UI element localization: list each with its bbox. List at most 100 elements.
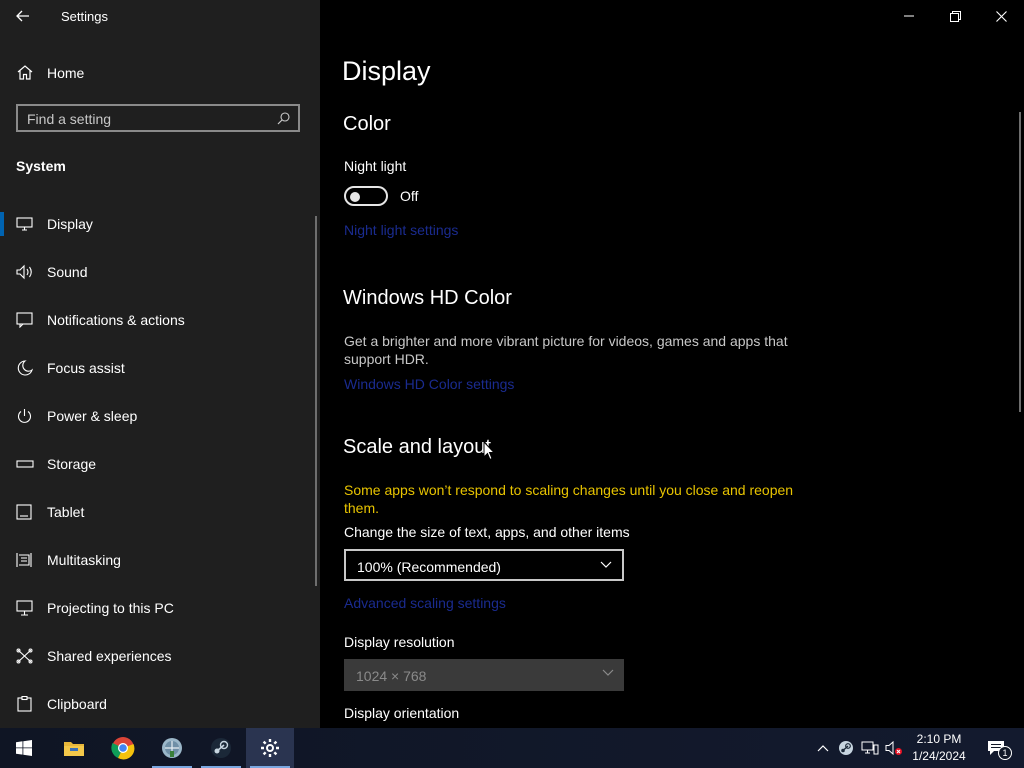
windows-logo-icon bbox=[16, 740, 32, 756]
network-icon bbox=[861, 740, 879, 756]
home-icon bbox=[16, 64, 34, 80]
clipboard-icon bbox=[16, 696, 34, 712]
hd-color-description-line1: Get a brighter and more vibrant picture … bbox=[344, 333, 788, 349]
chevron-up-icon bbox=[817, 744, 829, 752]
search-box bbox=[16, 104, 300, 132]
close-button[interactable] bbox=[978, 0, 1024, 32]
resolution-dropdown[interactable]: 1024 × 768 bbox=[344, 659, 624, 691]
resolution-label: Display resolution bbox=[344, 634, 455, 650]
back-button[interactable] bbox=[10, 4, 36, 28]
sidebar-item-storage[interactable]: Storage bbox=[0, 440, 316, 488]
settings-sidebar: Settings Home System Display Sound bbox=[0, 0, 320, 728]
show-hidden-icons-button[interactable] bbox=[815, 740, 831, 756]
settings-gear-icon bbox=[260, 738, 280, 758]
sidebar-item-clipboard[interactable]: Clipboard bbox=[0, 680, 316, 728]
search-icon[interactable] bbox=[277, 112, 290, 125]
sidebar-item-label: Shared experiences bbox=[47, 648, 172, 664]
chevron-down-icon bbox=[600, 561, 612, 569]
heading-scale-and-layout: Scale and layout bbox=[343, 436, 491, 458]
hd-color-settings-link[interactable]: Windows HD Color settings bbox=[344, 376, 514, 392]
night-light-label: Night light bbox=[344, 158, 407, 174]
steam-tray-icon bbox=[838, 740, 854, 756]
night-light-state: Off bbox=[400, 188, 419, 204]
moon-icon bbox=[16, 360, 34, 376]
file-explorer-icon bbox=[63, 739, 85, 757]
clock-date: 1/24/2024 bbox=[912, 749, 966, 763]
sidebar-item-sound[interactable]: Sound bbox=[0, 248, 316, 296]
sidebar-item-label: Focus assist bbox=[47, 360, 125, 376]
search-input[interactable] bbox=[27, 110, 267, 128]
notification-count-badge: 1 bbox=[998, 746, 1012, 760]
sidebar-item-label: Storage bbox=[47, 456, 97, 472]
heading-windows-hd-color: Windows HD Color bbox=[343, 287, 512, 309]
resolution-value: 1024 × 768 bbox=[356, 668, 427, 684]
tray-volume[interactable] bbox=[885, 740, 903, 756]
sidebar-item-label: Sound bbox=[47, 264, 88, 280]
taskbar-clock[interactable]: 2:10 PM 1/24/2024 bbox=[904, 731, 974, 765]
sidebar-home[interactable]: Home bbox=[0, 56, 320, 90]
sidebar-item-notifications[interactable]: Notifications & actions bbox=[0, 296, 316, 344]
projecting-icon bbox=[16, 600, 34, 616]
notification-center-icon: 1 bbox=[987, 738, 1012, 760]
tray-steam[interactable] bbox=[838, 740, 854, 756]
sidebar-item-projecting[interactable]: Projecting to this PC bbox=[0, 584, 316, 632]
scale-dropdown[interactable]: 100% (Recommended) bbox=[344, 549, 624, 581]
hd-color-description-line2: support HDR. bbox=[344, 351, 429, 367]
night-light-toggle[interactable] bbox=[344, 186, 388, 206]
clock-time: 2:10 PM bbox=[916, 732, 962, 746]
steam-icon bbox=[210, 737, 232, 759]
taskbar: 2:10 PM 1/24/2024 1 bbox=[0, 728, 1024, 768]
sidebar-item-focus-assist[interactable]: Focus assist bbox=[0, 344, 316, 392]
sidebar-scrollbar[interactable] bbox=[315, 216, 317, 586]
page-title: Display bbox=[342, 56, 431, 86]
storage-icon bbox=[16, 456, 34, 472]
sidebar-item-label: Projecting to this PC bbox=[47, 600, 174, 616]
title-bar-left: Settings bbox=[0, 0, 320, 32]
start-button[interactable] bbox=[0, 728, 48, 768]
globe-app-icon bbox=[161, 737, 183, 759]
tray-network[interactable] bbox=[861, 740, 879, 756]
restore-button[interactable] bbox=[932, 0, 978, 32]
action-center-button[interactable]: 1 bbox=[978, 728, 1018, 768]
sidebar-item-display[interactable]: Display bbox=[0, 200, 316, 248]
tablet-icon bbox=[16, 504, 34, 520]
sidebar-home-label: Home bbox=[47, 65, 85, 81]
advanced-scaling-link[interactable]: Advanced scaling settings bbox=[344, 595, 506, 611]
sidebar-item-label: Notifications & actions bbox=[47, 312, 185, 328]
toggle-knob bbox=[350, 192, 360, 202]
taskbar-settings[interactable] bbox=[246, 728, 294, 768]
multitasking-icon bbox=[16, 552, 34, 568]
minimize-button[interactable] bbox=[886, 0, 932, 32]
monitor-icon bbox=[16, 216, 34, 232]
heading-color: Color bbox=[343, 113, 391, 135]
chevron-down-icon bbox=[602, 669, 614, 677]
scaling-warning-line1: Some apps won’t respond to scaling chang… bbox=[344, 482, 794, 498]
sidebar-item-shared-experiences[interactable]: Shared experiences bbox=[0, 632, 316, 680]
night-light-settings-link[interactable]: Night light settings bbox=[344, 222, 458, 238]
taskbar-steam[interactable] bbox=[197, 728, 245, 768]
sidebar-item-label: Power & sleep bbox=[47, 408, 138, 424]
orientation-label: Display orientation bbox=[344, 705, 460, 721]
sidebar-item-power-sleep[interactable]: Power & sleep bbox=[0, 392, 316, 440]
scaling-warning-line2: them. bbox=[344, 500, 380, 516]
shared-experiences-icon bbox=[16, 648, 34, 664]
scale-value: 100% (Recommended) bbox=[357, 559, 501, 575]
back-arrow-icon bbox=[16, 10, 30, 22]
restore-icon bbox=[949, 10, 961, 22]
taskbar-network-app[interactable] bbox=[148, 728, 196, 768]
speaker-icon bbox=[16, 264, 34, 280]
section-label-system: System bbox=[16, 158, 66, 174]
sidebar-item-label: Display bbox=[47, 216, 93, 232]
scale-label: Change the size of text, apps, and other… bbox=[344, 524, 630, 540]
close-icon bbox=[995, 10, 1007, 22]
sidebar-item-tablet[interactable]: Tablet bbox=[0, 488, 316, 536]
taskbar-chrome[interactable] bbox=[99, 728, 147, 768]
volume-muted-icon bbox=[885, 740, 903, 756]
taskbar-file-explorer[interactable] bbox=[50, 728, 98, 768]
chrome-icon bbox=[111, 736, 135, 760]
notifications-icon bbox=[16, 312, 34, 328]
content-scrollbar[interactable] bbox=[1019, 112, 1021, 412]
sidebar-item-label: Clipboard bbox=[47, 696, 107, 712]
sidebar-item-multitasking[interactable]: Multitasking bbox=[0, 536, 316, 584]
app-title: Settings bbox=[61, 9, 108, 24]
